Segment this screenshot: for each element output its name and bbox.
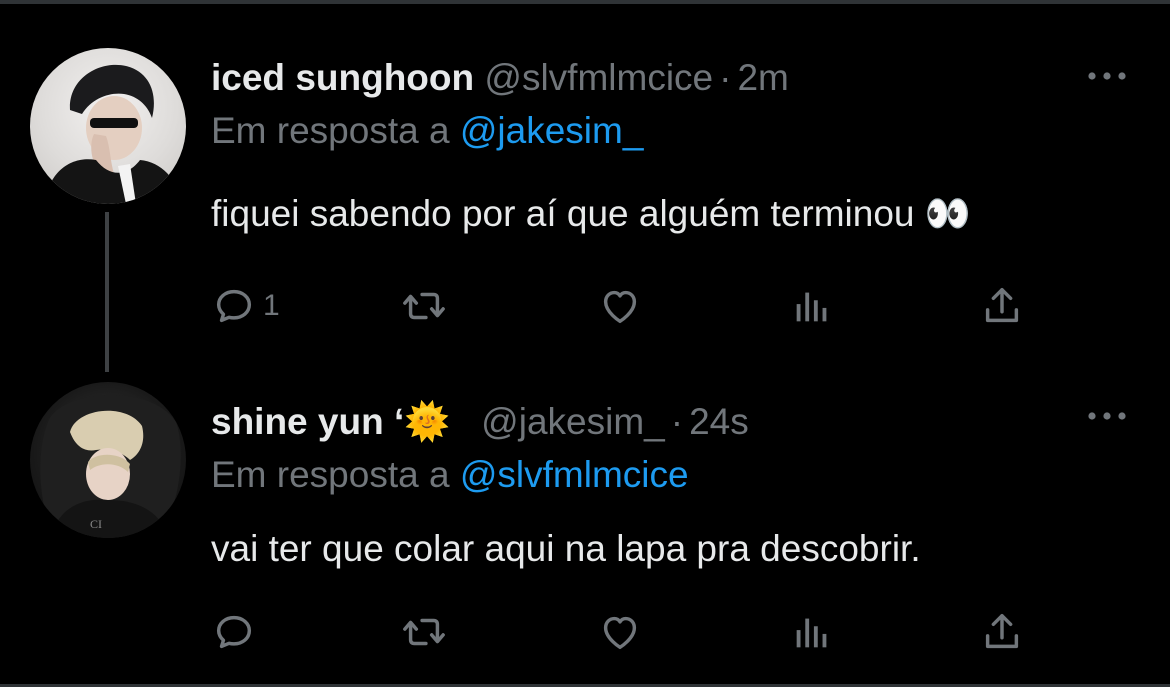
heart-icon <box>603 616 637 650</box>
retweet-icon <box>403 292 445 320</box>
reply-icon <box>216 289 252 323</box>
retweet-icon <box>403 618 445 646</box>
mention-link[interactable]: @slvfmlmcice <box>460 454 689 495</box>
reply-context: Em resposta a @slvfmlmcice <box>211 453 689 497</box>
separator: · <box>670 401 684 442</box>
display-name[interactable]: iced sunghoon <box>211 57 474 98</box>
reply-context: Em resposta a @jakesim_ <box>211 109 643 153</box>
views-icon <box>796 292 827 322</box>
reply-button[interactable]: 1 <box>211 282 280 330</box>
display-name[interactable]: shine yun ‘🌞 <box>211 401 450 442</box>
tweet-header: shine yun ‘🌞 @jakesim_ · 24s <box>211 400 749 444</box>
avatar[interactable] <box>30 48 186 204</box>
views-button[interactable] <box>789 282 835 330</box>
more-icon[interactable] <box>1084 66 1130 86</box>
reply-icon <box>216 615 252 649</box>
more-icon[interactable] <box>1084 406 1130 426</box>
svg-text:CI: CI <box>90 517 102 531</box>
share-icon <box>985 613 1019 649</box>
retweet-button[interactable] <box>401 608 447 656</box>
views-button[interactable] <box>789 608 835 656</box>
share-button[interactable] <box>979 608 1025 656</box>
reply-prefix: Em resposta a <box>211 454 450 495</box>
timestamp[interactable]: 24s <box>689 401 749 442</box>
tweet-actions <box>211 608 1041 656</box>
share-icon <box>985 287 1019 323</box>
heart-icon <box>603 290 637 324</box>
avatar-photo: CI <box>40 394 181 538</box>
reply-count: 1 <box>263 289 280 322</box>
tweet-text: vai ter que colar aqui na lapa pra desco… <box>211 528 921 569</box>
share-button[interactable] <box>979 282 1025 330</box>
tweet-actions: 1 <box>211 282 1041 330</box>
retweet-button[interactable] <box>401 282 447 330</box>
separator: · <box>719 57 732 98</box>
like-button[interactable] <box>597 608 643 656</box>
views-icon <box>796 618 827 648</box>
like-button[interactable] <box>597 282 643 330</box>
tweet[interactable]: CI shine yun ‘🌞 @jakesim_ · 24s Em respost… <box>0 372 1170 684</box>
user-handle[interactable]: @jakesim_ <box>481 401 665 442</box>
mention-link[interactable]: @jakesim_ <box>460 110 644 151</box>
reply-button[interactable] <box>211 608 263 656</box>
tweet[interactable]: iced sunghoon @slvfmlmcice · 2m Em respost… <box>0 0 1170 372</box>
avatar[interactable]: CI <box>30 382 186 538</box>
user-handle[interactable]: @slvfmlmcice <box>484 57 713 98</box>
tweet-text: fiquei sabendo por aí que alguém termino… <box>211 193 971 234</box>
avatar-photo <box>44 64 182 204</box>
reply-prefix: Em resposta a <box>211 110 450 151</box>
timestamp[interactable]: 2m <box>737 57 788 98</box>
tweet-header: iced sunghoon @slvfmlmcice · 2m <box>211 56 789 100</box>
